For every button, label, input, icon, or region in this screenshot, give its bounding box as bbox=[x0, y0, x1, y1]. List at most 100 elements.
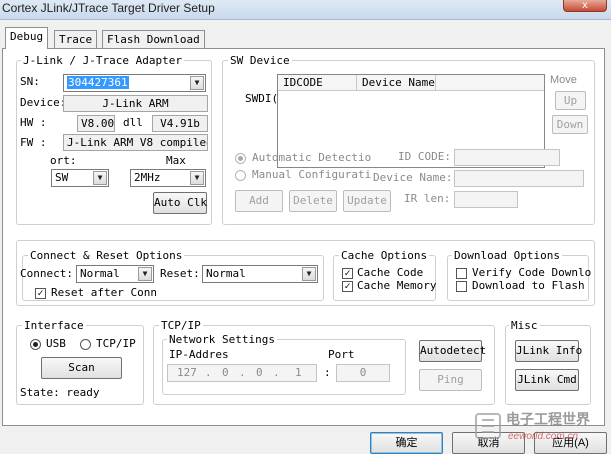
hw-field: V8.00 bbox=[77, 115, 115, 132]
port-value: SW bbox=[55, 171, 69, 184]
delete-button[interactable]: Delete bbox=[289, 190, 337, 212]
port-select[interactable]: SW ▼ bbox=[51, 169, 109, 187]
device-label: Device: bbox=[20, 96, 67, 109]
ip-dot: . bbox=[273, 366, 280, 379]
connect-value: Normal bbox=[80, 267, 120, 280]
ir-len-field[interactable] bbox=[454, 191, 518, 208]
id-code-label: ID CODE: bbox=[398, 150, 451, 163]
max-clock-value: 2MHz bbox=[134, 171, 161, 184]
tab-debug[interactable]: Debug bbox=[5, 27, 49, 49]
fw-field: J-Link ARM V8 compiled I bbox=[63, 134, 208, 151]
tcpip-radio[interactable] bbox=[80, 339, 91, 350]
reset-select[interactable]: Normal ▼ bbox=[202, 265, 318, 283]
reset-value: Normal bbox=[206, 267, 246, 280]
autodetect-button[interactable]: Autodetect bbox=[419, 340, 486, 362]
ip-octet-3: 0 bbox=[256, 366, 263, 379]
download-options-title: Download Options bbox=[452, 249, 562, 262]
dll-label: dll bbox=[123, 116, 143, 129]
tcpip-title: TCP/IP bbox=[159, 319, 203, 332]
title-bar: Cortex JLink/JTrace Target Driver Setup … bbox=[0, 0, 611, 20]
check-icon: ✓ bbox=[344, 281, 351, 292]
update-button[interactable]: Update bbox=[343, 190, 391, 212]
move-down-button[interactable]: Down bbox=[552, 115, 588, 134]
chevron-down-icon: ▼ bbox=[93, 171, 107, 185]
sn-value: 304427361 bbox=[67, 76, 129, 89]
swdio-label: SWDI( bbox=[245, 92, 279, 105]
network-settings-title: Network Settings bbox=[167, 333, 277, 346]
ip-octet-2: 0 bbox=[222, 366, 229, 379]
cache-code-label: Cache Code bbox=[357, 266, 424, 279]
cache-memory-label: Cache Memory bbox=[357, 279, 437, 292]
port-separator: : bbox=[324, 366, 331, 379]
ip-octet-1: 127 bbox=[177, 366, 197, 379]
ping-button[interactable]: Ping bbox=[419, 369, 482, 391]
fw-label: FW : bbox=[20, 136, 47, 149]
column-header-device-name[interactable]: Device Name bbox=[357, 75, 436, 91]
reset-after-conn-checkbox[interactable]: ✓ bbox=[35, 288, 46, 299]
state-label: State: ready bbox=[20, 386, 100, 399]
watermark-logo: 电子工程世界 eeworld.com.cn bbox=[474, 410, 610, 446]
id-code-field[interactable] bbox=[454, 149, 560, 166]
chevron-down-icon: ▼ bbox=[190, 171, 204, 185]
manual-config-radio[interactable] bbox=[235, 170, 246, 181]
cache-memory-checkbox[interactable]: ✓ bbox=[342, 281, 353, 292]
column-header-blank bbox=[436, 75, 544, 91]
tcpip-radio-label: TCP/IP bbox=[96, 337, 136, 350]
misc-group bbox=[505, 325, 591, 405]
port-label: ort: bbox=[50, 154, 77, 167]
reset-label: Reset: bbox=[160, 267, 200, 280]
check-icon: ✓ bbox=[344, 268, 351, 279]
cache-options-title: Cache Options bbox=[339, 249, 430, 262]
jlink-cmd-button[interactable]: JLink Cmd bbox=[515, 369, 579, 391]
close-icon: x bbox=[582, 0, 588, 11]
chevron-down-icon: ▼ bbox=[138, 267, 152, 281]
sn-label: SN: bbox=[20, 75, 40, 88]
connect-select[interactable]: Normal ▼ bbox=[76, 265, 154, 283]
device-name-field[interactable] bbox=[454, 170, 584, 187]
verify-download-label: Verify Code Downlo bbox=[472, 266, 592, 279]
ir-len-label: IR len: bbox=[404, 192, 451, 205]
auto-detect-label: Automatic Detectio bbox=[252, 151, 372, 164]
download-to-flash-label: Download to Flash bbox=[472, 279, 585, 292]
auto-detect-radio[interactable] bbox=[235, 153, 246, 164]
adapter-group-title: J-Link / J-Trace Adapter bbox=[21, 54, 184, 67]
interface-title: Interface bbox=[22, 319, 86, 332]
dll-field: V4.91b bbox=[152, 115, 208, 132]
cache-code-checkbox[interactable]: ✓ bbox=[342, 268, 353, 279]
port-field[interactable]: 0 bbox=[336, 364, 390, 382]
watermark-en-text: eeworld.com.cn bbox=[508, 431, 579, 442]
tab-trace[interactable]: Trace bbox=[54, 30, 98, 48]
ip-dot: . bbox=[239, 366, 246, 379]
device-name-label: Device Name: bbox=[373, 171, 453, 184]
connect-label: Connect: bbox=[20, 267, 73, 280]
usb-radio[interactable] bbox=[30, 339, 41, 350]
device-field: J-Link ARM bbox=[63, 95, 208, 112]
tab-flash-download[interactable]: Flash Download bbox=[102, 30, 205, 48]
download-to-flash-checkbox[interactable] bbox=[456, 281, 467, 292]
verify-download-checkbox[interactable] bbox=[456, 268, 467, 279]
max-clock-select[interactable]: 2MHz ▼ bbox=[130, 169, 206, 187]
ok-button[interactable]: 确定 bbox=[370, 432, 443, 454]
reset-after-conn-label: Reset after Conn bbox=[51, 286, 157, 299]
misc-title: Misc bbox=[509, 319, 540, 332]
jlink-info-button[interactable]: JLink Info bbox=[515, 340, 582, 362]
add-button[interactable]: Add bbox=[235, 190, 283, 212]
ip-dot: . bbox=[205, 366, 212, 379]
close-button[interactable]: x bbox=[563, 0, 607, 12]
auto-clk-button[interactable]: Auto Clk bbox=[153, 192, 207, 214]
chevron-down-icon: ▼ bbox=[190, 76, 204, 90]
sw-device-group-title: SW Device bbox=[228, 54, 292, 67]
ip-address-field[interactable]: 127 . 0 . 0 . 1 bbox=[167, 364, 317, 382]
ip-octet-4: 1 bbox=[295, 366, 302, 379]
max-label: Max bbox=[166, 154, 186, 167]
ip-address-label: IP-Addres bbox=[169, 348, 229, 361]
hw-label: HW : bbox=[20, 116, 47, 129]
usb-label: USB bbox=[46, 337, 66, 350]
scan-button[interactable]: Scan bbox=[41, 357, 122, 379]
manual-config-label: Manual Configurati bbox=[252, 168, 372, 181]
sn-select[interactable]: 304427361 ▼ bbox=[63, 74, 206, 92]
column-header-idcode[interactable]: IDCODE bbox=[278, 75, 357, 91]
connect-reset-title: Connect & Reset Options bbox=[28, 249, 185, 262]
move-up-button[interactable]: Up bbox=[555, 91, 586, 110]
move-label: Move bbox=[550, 74, 577, 86]
